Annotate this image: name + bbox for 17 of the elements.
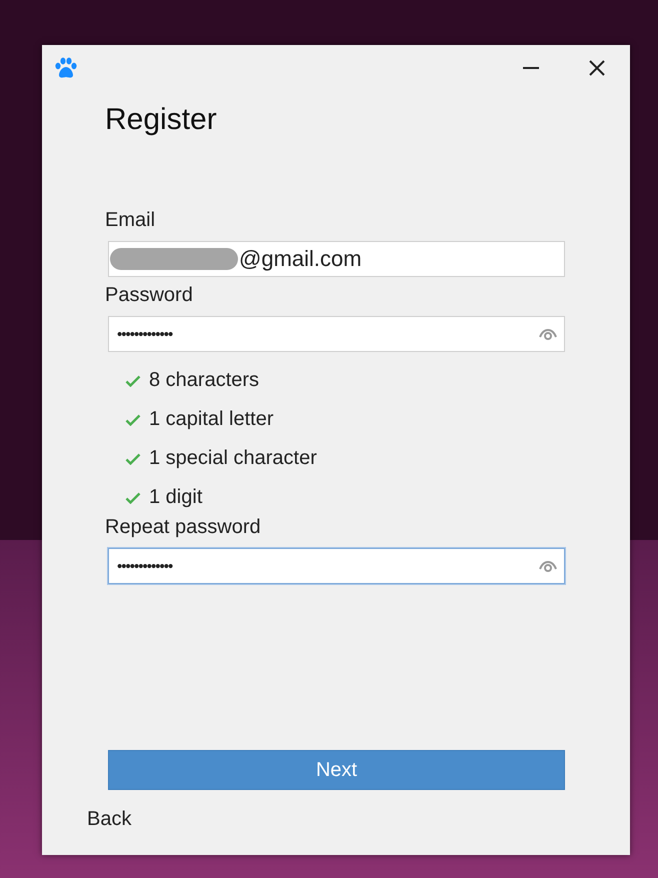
eye-icon[interactable] <box>539 560 557 572</box>
field-label: Repeat password <box>105 516 262 539</box>
eye-icon[interactable] <box>539 328 557 340</box>
requirement-text: 8 characters <box>149 369 260 392</box>
paw-icon <box>54 57 78 79</box>
requirement-text: 1 digit <box>149 486 202 509</box>
input-field[interactable]: ••••••••••••• <box>108 316 565 352</box>
requirement-text: 1 special character <box>149 447 317 470</box>
field-label: Password <box>105 284 194 307</box>
window-title: Register <box>105 103 218 137</box>
close-icon <box>589 60 605 76</box>
minimize-icon <box>523 66 539 70</box>
next-button[interactable]: Next <box>108 750 565 790</box>
back-button[interactable]: Back <box>87 808 132 831</box>
input-field[interactable]: ••••••••••••• <box>108 548 565 584</box>
field-label: Email <box>105 209 156 232</box>
requirement-text: 1 capital letter <box>149 408 274 431</box>
